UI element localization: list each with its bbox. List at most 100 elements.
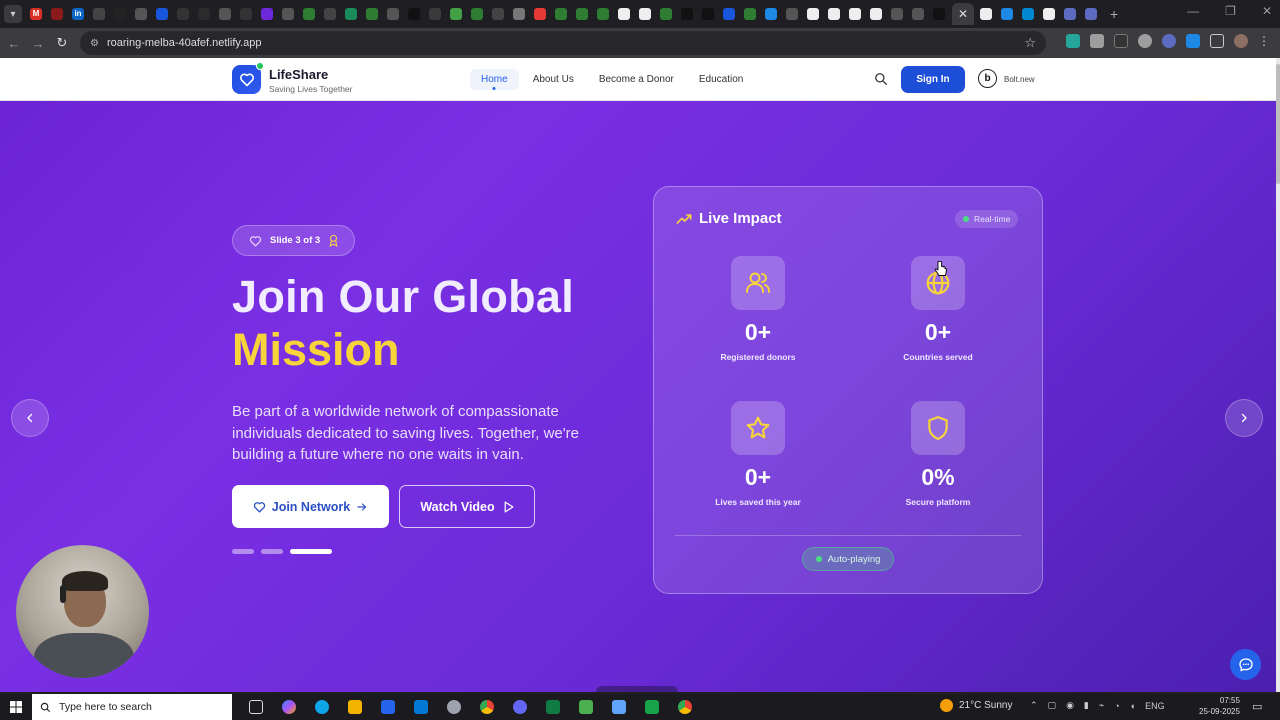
logo[interactable] (232, 65, 261, 94)
page-scrollbar[interactable] (1276, 58, 1280, 692)
profile-avatar[interactable] (1234, 34, 1248, 48)
notification-icon[interactable]: ▭ (1252, 700, 1262, 713)
app-icon[interactable] (642, 698, 662, 716)
maximize-icon[interactable]: ❐ (1225, 4, 1236, 18)
tab-favicon[interactable] (215, 4, 235, 24)
app-icon[interactable] (609, 698, 629, 716)
tab-favicon[interactable] (551, 4, 571, 24)
close-tab-icon[interactable]: ✕ (958, 7, 968, 21)
tab-favicon[interactable] (278, 4, 298, 24)
volume-icon[interactable]: ◖ (1130, 701, 1135, 711)
weather-widget[interactable]: 21°C Sunny (940, 699, 1012, 712)
taskbar-clock[interactable]: 07:55 25-09-2025 (1199, 695, 1240, 717)
start-button[interactable] (0, 701, 32, 713)
outlook-icon[interactable] (411, 698, 431, 716)
tab-favicon[interactable] (656, 4, 676, 24)
tab-favicon[interactable] (887, 4, 907, 24)
tab-favicon[interactable] (997, 4, 1017, 24)
tab-favicon[interactable] (488, 4, 508, 24)
chrome-icon[interactable] (477, 698, 497, 716)
forward-icon[interactable]: → (26, 36, 50, 51)
tab-favicon[interactable] (236, 4, 256, 24)
slide-dot-1[interactable] (232, 549, 254, 554)
nav-become-donor[interactable]: Become a Donor (588, 69, 685, 90)
tab-favicon[interactable] (299, 4, 319, 24)
tab-favicon[interactable] (803, 4, 823, 24)
tab-favicon[interactable] (740, 4, 760, 24)
tab-favicon[interactable] (824, 4, 844, 24)
store-icon[interactable] (378, 698, 398, 716)
next-slide-button[interactable] (1225, 399, 1263, 437)
extension-icon[interactable] (1114, 34, 1128, 48)
slide-dot-2[interactable] (261, 549, 283, 554)
edge-icon[interactable] (312, 698, 332, 716)
tab-favicon[interactable] (320, 4, 340, 24)
taskbar-search[interactable]: Type here to search (32, 694, 232, 720)
extension-icon[interactable] (1138, 34, 1152, 48)
sign-in-button[interactable]: Sign In (901, 66, 965, 93)
chrome-icon[interactable] (675, 698, 695, 716)
tab-favicon[interactable] (908, 4, 928, 24)
scrollbar-thumb[interactable] (1276, 64, 1280, 184)
autoplay-toggle[interactable]: Auto-playing (802, 547, 894, 571)
minimize-icon[interactable]: — (1187, 4, 1199, 18)
tab-favicon[interactable] (761, 4, 781, 24)
tab-favicon[interactable] (173, 4, 193, 24)
file-explorer-icon[interactable] (345, 698, 365, 716)
tab-favicon[interactable] (341, 4, 361, 24)
reload-icon[interactable]: ↻ (50, 35, 74, 51)
tab-favicon[interactable]: M (26, 4, 46, 24)
tab-favicon[interactable]: in (68, 4, 88, 24)
join-network-button[interactable]: Join Network (232, 485, 389, 528)
tab-favicon[interactable] (467, 4, 487, 24)
tab-favicon[interactable] (110, 4, 130, 24)
settings-icon[interactable] (510, 698, 530, 716)
address-bar[interactable]: ⚙ roaring-melba-40afef.netlify.app ☆ (80, 31, 1046, 55)
tab-favicon[interactable] (782, 4, 802, 24)
extension-icon[interactable] (1162, 34, 1176, 48)
tray-icon[interactable]: ◉ (1066, 700, 1074, 711)
chevron-up-icon[interactable]: ⌃ (1030, 700, 1038, 711)
brand-name[interactable]: LifeShare (269, 67, 328, 82)
tab-favicon[interactable] (866, 4, 886, 24)
wifi-icon[interactable]: ◔ (1114, 701, 1119, 711)
extension-icon[interactable] (1066, 34, 1080, 48)
tab-favicon[interactable] (1081, 4, 1101, 24)
tab-favicon[interactable] (976, 4, 996, 24)
extensions-puzzle-icon[interactable] (1210, 34, 1224, 48)
app-icon[interactable] (444, 698, 464, 716)
tab-favicon[interactable] (1060, 4, 1080, 24)
new-tab-button[interactable]: + (1110, 6, 1118, 22)
excel-icon[interactable] (543, 698, 563, 716)
bolt-badge-label[interactable]: Bolt.new (1004, 75, 1035, 84)
tab-favicon[interactable] (1018, 4, 1038, 24)
network-icon[interactable]: ⌁ (1099, 700, 1104, 711)
tab-favicon[interactable] (572, 4, 592, 24)
tab-favicon[interactable] (152, 4, 172, 24)
tab-favicon[interactable] (530, 4, 550, 24)
chat-button[interactable] (1230, 649, 1261, 680)
site-info-icon[interactable]: ⚙ (90, 38, 99, 49)
copilot-icon[interactable] (279, 698, 299, 716)
tab-favicon[interactable] (698, 4, 718, 24)
app-icon[interactable] (576, 698, 596, 716)
tab-favicon[interactable] (509, 4, 529, 24)
nav-education[interactable]: Education (688, 69, 754, 90)
tab-favicon[interactable] (89, 4, 109, 24)
active-tab[interactable]: ✕ (952, 3, 974, 25)
tab-favicon[interactable] (362, 4, 382, 24)
tray-icon[interactable]: ▢ (1048, 700, 1057, 711)
url-text[interactable]: roaring-melba-40afef.netlify.app (107, 37, 262, 49)
tab-favicon[interactable] (257, 4, 277, 24)
tab-favicon[interactable] (383, 4, 403, 24)
slide-dot-3[interactable] (290, 549, 332, 554)
tab-favicon[interactable] (131, 4, 151, 24)
bolt-logo-icon[interactable]: b (978, 69, 997, 88)
tab-favicon[interactable] (719, 4, 739, 24)
tab-favicon[interactable] (194, 4, 214, 24)
tab-favicon[interactable] (404, 4, 424, 24)
tab-favicon[interactable] (677, 4, 697, 24)
watch-video-button[interactable]: Watch Video (399, 485, 535, 528)
tab-favicon[interactable] (425, 4, 445, 24)
microphone-icon[interactable]: ▮ (1084, 700, 1089, 711)
